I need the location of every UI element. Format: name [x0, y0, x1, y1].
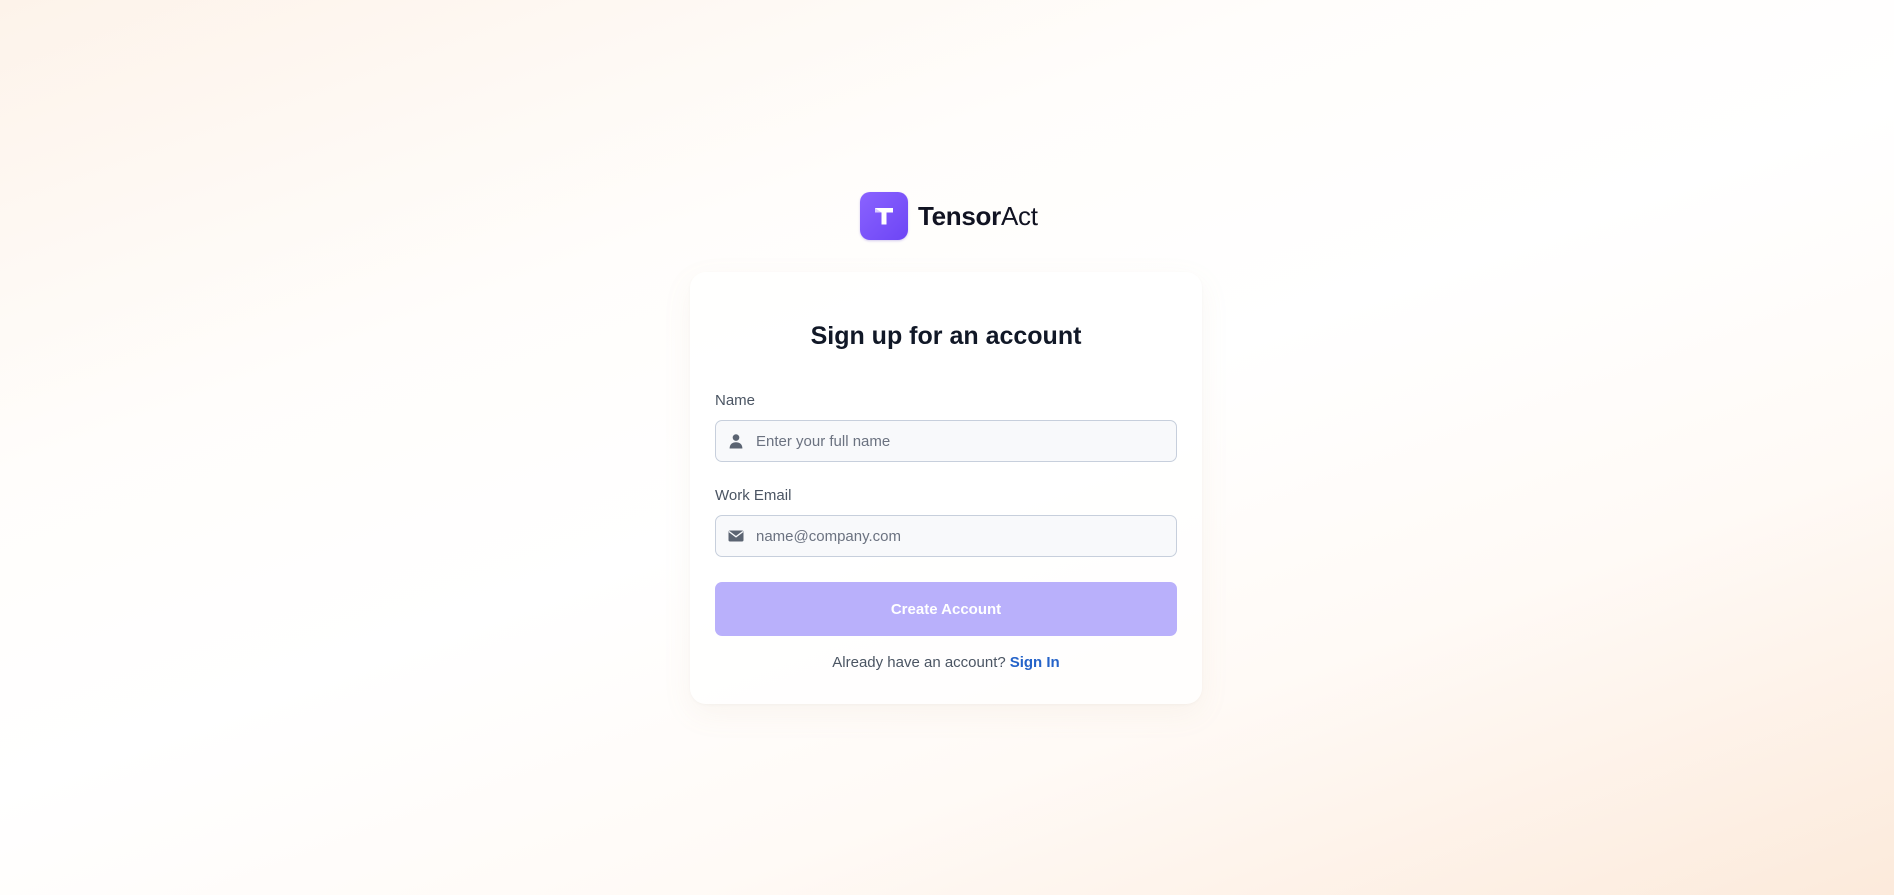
signin-prompt-text: Already have an account?: [832, 654, 1006, 671]
brand-wordmark: TensorAct: [918, 201, 1038, 232]
create-account-button[interactable]: Create Account: [715, 582, 1177, 636]
signup-card: Sign up for an account Name Work Email C…: [690, 272, 1202, 704]
name-label: Name: [715, 392, 756, 409]
brand-name-strong: Tensor: [918, 200, 1001, 231]
brand-header: TensorAct: [860, 192, 1038, 240]
signin-prompt-row: Already have an account? Sign In: [715, 654, 1177, 671]
mail-icon: [716, 528, 756, 544]
work-email-input[interactable]: [756, 516, 1176, 556]
name-input[interactable]: [756, 421, 1176, 461]
tensoract-logo-icon: [860, 192, 908, 240]
work-email-label: Work Email: [715, 487, 792, 504]
name-field: [715, 420, 1177, 462]
sign-in-link[interactable]: Sign In: [1010, 654, 1060, 671]
brand-name-light: Act: [1000, 200, 1038, 231]
work-email-field: [715, 515, 1177, 557]
user-icon: [716, 433, 756, 449]
page-title: Sign up for an account: [810, 322, 1082, 350]
